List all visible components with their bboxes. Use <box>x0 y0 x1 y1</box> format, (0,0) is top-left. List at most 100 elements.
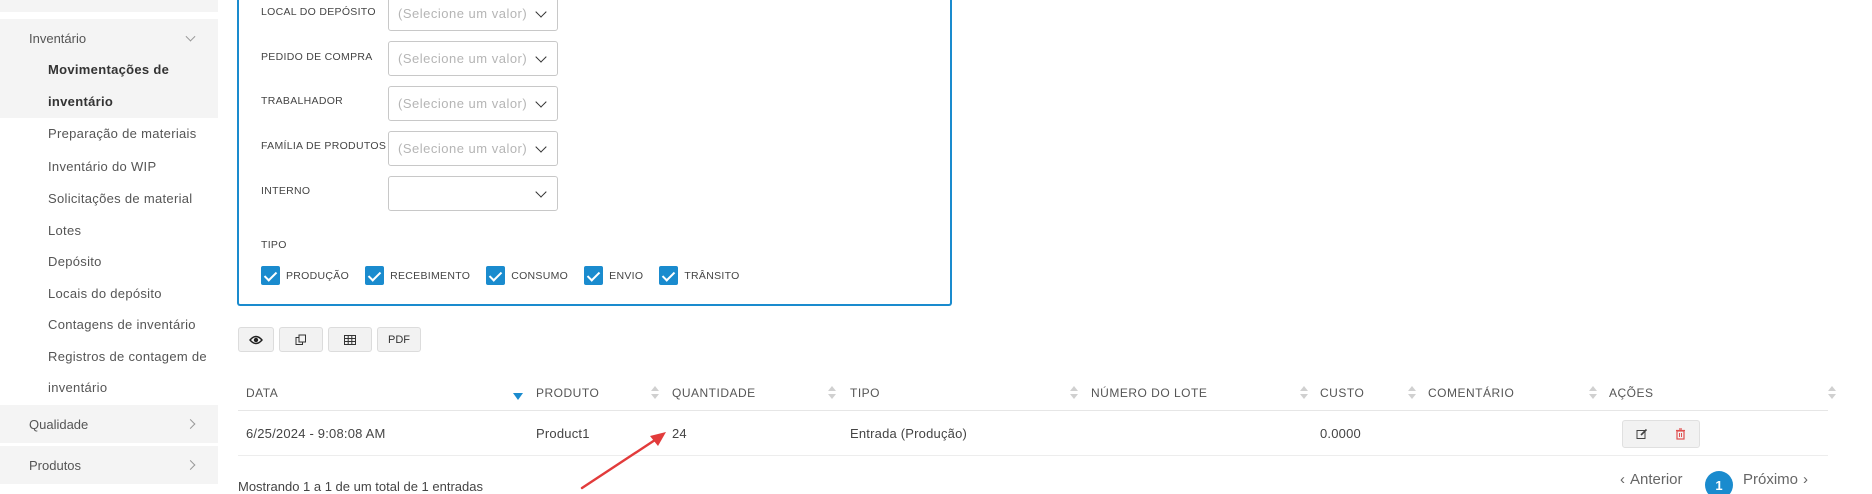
chevron-down-icon <box>535 96 547 108</box>
sidebar-item-preparacao[interactable]: Preparação de materiais <box>48 126 197 141</box>
chevron-down-icon <box>535 51 547 63</box>
previous-label: Anterior <box>1630 471 1683 488</box>
column-header-quantidade[interactable]: QUANTIDADE <box>672 376 756 410</box>
tipo-producao-checkbox[interactable]: PRODUÇÃO <box>261 266 349 285</box>
sort-icon[interactable] <box>828 386 836 400</box>
row-divider <box>238 455 1828 456</box>
checkbox-checked-icon <box>486 266 506 285</box>
table-toolbar: PDF <box>238 327 426 352</box>
column-header-custo[interactable]: CUSTO <box>1320 376 1364 410</box>
select-placeholder: (Selecione um valor) <box>398 96 528 111</box>
checkbox-checked-icon <box>261 266 280 285</box>
edit-button[interactable] <box>1623 421 1661 447</box>
chevron-down-icon <box>185 31 196 42</box>
filter-label: FAMÍLIA DE PRODUTOS <box>261 140 387 152</box>
tipo-label: TIPO <box>261 239 287 251</box>
sort-icon[interactable] <box>1589 386 1597 400</box>
sidebar-item-label: Movimentações de <box>48 62 170 77</box>
annotation-arrow-icon <box>580 432 666 490</box>
eye-icon <box>249 335 263 344</box>
column-header-acoes[interactable]: AÇÕES <box>1609 376 1654 410</box>
sidebar-item-deposito[interactable]: Depósito <box>48 254 102 269</box>
checkbox-checked-icon <box>659 266 679 285</box>
sidebar-item-contagens[interactable]: Contagens de inventário <box>48 317 196 332</box>
sidebar-item-lotes[interactable]: Lotes <box>48 223 81 238</box>
column-header-data[interactable]: DATA <box>246 376 278 410</box>
sidebar-item-wip[interactable]: Inventário do WIP <box>48 159 156 174</box>
header-divider <box>238 410 1828 411</box>
select-placeholder: (Selecione um valor) <box>398 6 528 21</box>
sidebar: Inventário Movimentações de inventário P… <box>0 0 218 494</box>
cell-data: 6/25/2024 - 9:08:08 AM <box>246 425 386 441</box>
filter-label: INTERNO <box>261 185 311 197</box>
tipo-consumo-checkbox[interactable]: CONSUMO <box>486 266 568 285</box>
trabalhador-select[interactable]: (Selecione um valor) <box>388 86 558 121</box>
copy-button[interactable] <box>279 327 323 352</box>
sidebar-item-label-cont: inventário <box>48 94 114 109</box>
interno-select[interactable] <box>388 176 558 211</box>
chevron-down-icon <box>535 6 547 18</box>
tipo-checkbox-group: PRODUÇÃO RECEBIMENTO CONSUMO ENVIO TRÂNS… <box>261 266 756 285</box>
sidebar-item-movimentacoes[interactable]: Movimentações de inventário <box>0 54 218 118</box>
chevron-right-icon <box>185 460 196 470</box>
filter-panel: LOCAL DO DEPÓSITO (Selecione um valor) P… <box>237 0 952 306</box>
sort-icon[interactable] <box>1828 386 1836 400</box>
select-placeholder: (Selecione um valor) <box>398 51 528 66</box>
sort-icon[interactable] <box>651 386 659 400</box>
table-info-text: Mostrando 1 a 1 de um total de 1 entrada… <box>238 479 483 494</box>
sidebar-item-locais[interactable]: Locais do depósito <box>48 286 162 301</box>
sort-desc-icon[interactable] <box>513 393 523 400</box>
chevron-right-icon: › <box>1803 471 1809 488</box>
table-icon <box>344 334 356 345</box>
sidebar-group-produtos[interactable]: Produtos <box>0 446 218 484</box>
pagination-previous[interactable]: ‹ Anterior <box>1620 471 1683 488</box>
local-deposito-select[interactable]: (Selecione um valor) <box>388 0 558 31</box>
checkbox-label: CONSUMO <box>511 269 569 282</box>
pedido-compra-select[interactable]: (Selecione um valor) <box>388 41 558 76</box>
sidebar-item-solicitacoes[interactable]: Solicitações de material <box>48 191 193 206</box>
familia-produtos-select[interactable]: (Selecione um valor) <box>388 131 558 166</box>
sidebar-group-label: Qualidade <box>29 416 89 432</box>
sort-icon[interactable] <box>1300 386 1308 400</box>
copy-icon <box>295 334 306 345</box>
checkbox-checked-icon <box>365 266 385 285</box>
column-header-numero-lote[interactable]: NÚMERO DO LOTE <box>1091 376 1207 410</box>
filter-label: TRABALHADOR <box>261 95 344 107</box>
delete-button[interactable] <box>1661 421 1699 447</box>
view-button[interactable] <box>238 327 274 352</box>
sidebar-group-qualidade[interactable]: Qualidade <box>0 405 218 443</box>
select-placeholder: (Selecione um valor) <box>398 141 528 156</box>
sort-icon[interactable] <box>1408 386 1416 400</box>
column-header-comentario[interactable]: COMENTÁRIO <box>1428 376 1514 410</box>
columns-button[interactable] <box>328 327 372 352</box>
cell-quantidade: 24 <box>672 425 687 441</box>
column-header-produto[interactable]: PRODUTO <box>536 376 599 410</box>
chevron-left-icon: ‹ <box>1620 471 1625 488</box>
cell-custo: 0.0000 <box>1320 425 1361 441</box>
tipo-envio-checkbox[interactable]: ENVIO <box>584 266 643 285</box>
checkbox-label: ENVIO <box>609 269 644 282</box>
pagination-page-current[interactable]: 1 <box>1705 471 1733 494</box>
sort-icon[interactable] <box>1070 386 1078 400</box>
sidebar-group-label: Inventário <box>29 30 87 46</box>
sidebar-item-registros-cont[interactable]: inventário <box>48 380 107 395</box>
trash-icon <box>1675 428 1685 440</box>
sidebar-collapsed-group[interactable] <box>0 0 218 12</box>
checkbox-checked-icon <box>584 266 604 285</box>
filter-label: PEDIDO DE COMPRA <box>261 51 373 63</box>
pdf-button[interactable]: PDF <box>377 327 421 352</box>
sidebar-group-inventario[interactable]: Inventário <box>0 19 218 57</box>
checkbox-label: TRÂNSITO <box>684 269 740 282</box>
column-header-tipo[interactable]: TIPO <box>850 376 880 410</box>
tipo-transito-checkbox[interactable]: TRÂNSITO <box>659 266 739 285</box>
filter-label: LOCAL DO DEPÓSITO <box>261 6 376 18</box>
chevron-down-icon <box>535 141 547 153</box>
next-label: Próximo <box>1743 471 1799 488</box>
cell-tipo: Entrada (Produção) <box>850 425 968 441</box>
row-actions <box>1622 420 1700 448</box>
tipo-recebimento-checkbox[interactable]: RECEBIMENTO <box>365 266 470 285</box>
sidebar-item-registros[interactable]: Registros de contagem de <box>48 349 207 364</box>
chevron-down-icon <box>535 186 547 198</box>
pagination-next[interactable]: Próximo › <box>1743 471 1808 488</box>
edit-icon <box>1636 428 1648 439</box>
